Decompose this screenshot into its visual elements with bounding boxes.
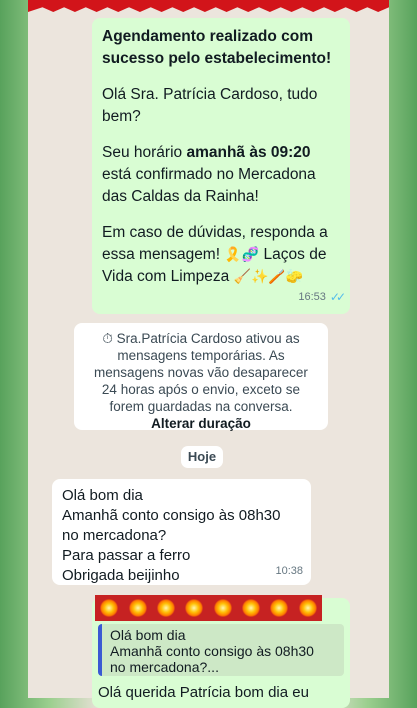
incoming-line: Para passar a ferro: [62, 547, 191, 564]
incoming-time: 10:38: [275, 565, 303, 577]
disappearing-messages-notice: ⏱ Sra.Patrícia Cardoso ativou as mensage…: [74, 323, 328, 431]
read-ticks-icon: ✓✓: [329, 290, 346, 304]
confirm-suffix: está confirmado no Mercadona das Caldas …: [102, 166, 316, 205]
outgoing-message-bubble[interactable]: Agendamento realizado com sucesso pelo e…: [92, 18, 350, 314]
incoming-line: Obrigada beijinho: [62, 567, 180, 584]
notice-text: Sra.Patrícia Cardoso ativou as mensagens…: [94, 331, 308, 414]
sparkle-icon: [270, 599, 289, 617]
incoming-line: Amanhã conto consigo às 08h30: [62, 507, 281, 524]
confirm-time: amanhã às 09:20: [186, 144, 311, 161]
incoming-message-bubble[interactable]: Olá bom dia Amanhã conto consigo às 08h3…: [52, 479, 311, 585]
sparkle-icon: [156, 599, 175, 617]
incoming-line: Olá bom dia: [62, 487, 143, 504]
sparkle-icon: [242, 599, 261, 617]
message-meta: 16:53 ✓✓: [298, 286, 346, 308]
change-duration-link[interactable]: Alterar duração: [151, 416, 251, 431]
sparkle-icon: [128, 599, 147, 617]
quoted-line: Amanhã conto consigo às 08h30: [110, 643, 314, 659]
sparkle-decoration: [95, 595, 322, 621]
date-separator: Hoje: [181, 446, 223, 468]
message-confirmation: Seu horário amanhã às 09:20 está confirm…: [102, 142, 340, 208]
sparkle-icon: [100, 599, 119, 617]
ribbon-dna-emoji-icon: 🎗️🧬: [224, 247, 260, 263]
message-heading: Agendamento realizado com sucesso pelo e…: [102, 28, 332, 67]
quoted-line: Olá bom dia: [110, 627, 186, 643]
message-greeting: Olá Sra. Patrícia Cardoso, tudo bem?: [102, 86, 318, 125]
incoming-line: no mercadona?: [62, 527, 167, 544]
message-help: Em caso de dúvidas, responda a essa mens…: [102, 222, 340, 288]
confirm-prefix: Seu horário: [102, 144, 183, 161]
sparkle-icon: [298, 599, 317, 617]
message-time: 16:53: [298, 291, 326, 303]
quoted-line: no mercadona?...: [110, 659, 219, 675]
cleaning-emoji-icon: 🧹✨🪥🧽: [233, 269, 304, 285]
sparkle-icon: [185, 599, 204, 617]
sparkle-icon: [213, 599, 232, 617]
reply-text: Olá querida Patrícia bom dia eu: [98, 684, 309, 701]
timer-icon: ⏱: [102, 331, 117, 346]
quoted-message[interactable]: Olá bom dia Amanhã conto consigo às 08h3…: [98, 624, 344, 676]
